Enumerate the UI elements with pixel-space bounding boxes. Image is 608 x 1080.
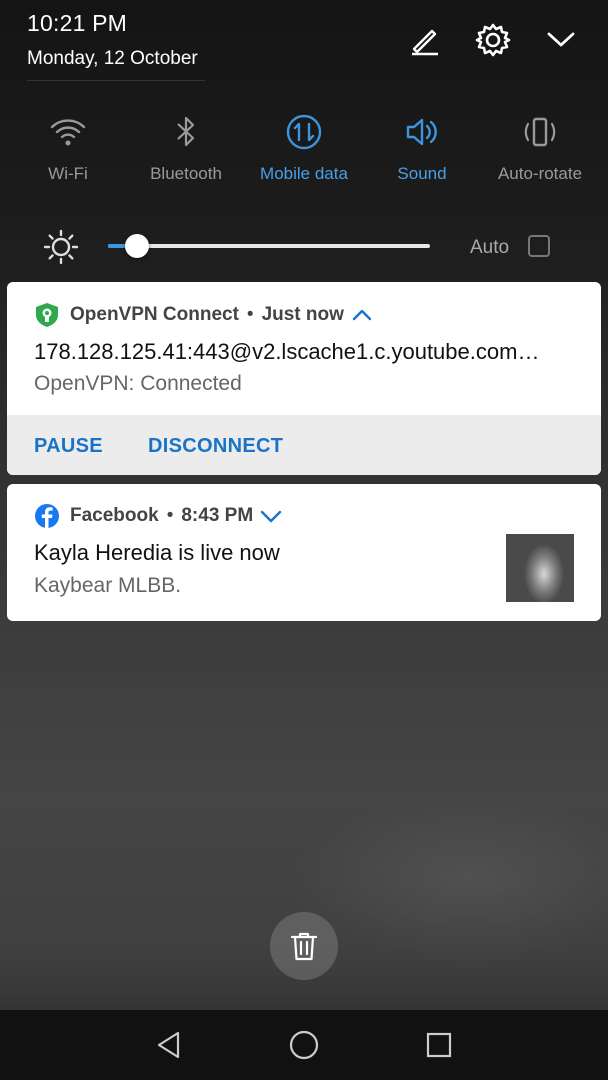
clock: 10:21 PM [27, 10, 128, 36]
date[interactable]: Monday, 12 October [27, 48, 198, 70]
brightness-icon [43, 229, 79, 265]
auto-brightness-checkbox[interactable] [528, 235, 550, 257]
openvpn-shield-icon [36, 303, 58, 327]
wifi-icon [50, 119, 86, 146]
back-button[interactable] [151, 1027, 187, 1063]
facebook-icon [35, 504, 59, 528]
notification-title: Kayla Heredia is live now [34, 540, 280, 565]
notification-openvpn[interactable]: OpenVPN Connect • Just now 178.128.125.4… [7, 282, 601, 475]
qs-tile-bluetooth[interactable]: Bluetooth [127, 112, 245, 192]
back-icon [157, 1031, 180, 1059]
qs-label: Wi-Fi [48, 164, 88, 183]
separator-dot: • [246, 304, 254, 325]
qs-label: Sound [397, 164, 447, 183]
collapse-chevron-icon [547, 32, 575, 47]
notification-header: OpenVPN Connect • Just now [34, 302, 374, 328]
disconnect-button[interactable]: DISCONNECT [148, 435, 283, 458]
separator-dot: • [166, 505, 174, 526]
recents-icon [426, 1032, 452, 1058]
recents-button[interactable] [421, 1027, 457, 1063]
trash-icon [290, 932, 318, 961]
qs-tile-mobile-data[interactable]: Mobile data [245, 112, 363, 192]
home-icon [289, 1030, 319, 1060]
notification-actions: PAUSE DISCONNECT [7, 415, 601, 475]
settings-button[interactable] [473, 20, 513, 60]
mobile-data-icon [286, 114, 322, 150]
app-name: OpenVPN Connect [70, 304, 239, 325]
expand-chevron-icon[interactable] [259, 504, 283, 528]
edit-button[interactable] [405, 20, 445, 60]
qs-label: Auto-rotate [497, 164, 583, 183]
timestamp: Just now [261, 304, 344, 325]
bluetooth-icon [177, 116, 195, 147]
auto-rotate-icon [524, 117, 556, 147]
live-video-thumbnail [506, 534, 574, 602]
qs-label: Mobile data [260, 164, 348, 183]
pause-button[interactable]: PAUSE [34, 435, 103, 458]
navigation-bar [0, 1010, 608, 1080]
notification-facebook[interactable]: Facebook • 8:43 PM Kayla Heredia is live… [7, 484, 601, 621]
divider [27, 80, 205, 81]
edit-icon [412, 29, 438, 56]
collapse-chevron-icon[interactable] [350, 303, 374, 327]
clear-all-button[interactable] [270, 912, 338, 980]
qs-label: Bluetooth [150, 164, 222, 183]
notification-title: 178.128.125.41:443@v2.lscache1.c.youtube… [34, 339, 540, 364]
brightness-slider-thumb[interactable] [124, 234, 149, 258]
home-button[interactable] [286, 1027, 322, 1063]
notification-header: Facebook • 8:43 PM [34, 503, 283, 529]
settings-icon [475, 23, 511, 57]
qs-tile-auto-rotate[interactable]: Auto-rotate [481, 112, 599, 192]
collapse-button[interactable] [541, 20, 581, 60]
auto-brightness-label: Auto [470, 237, 510, 258]
qs-tile-sound[interactable]: Sound [363, 112, 481, 192]
timestamp: 8:43 PM [181, 505, 254, 526]
notification-text: OpenVPN: Connected [34, 372, 242, 395]
brightness-slider-track[interactable] [108, 244, 430, 248]
qs-tile-wifi[interactable]: Wi-Fi [9, 112, 127, 192]
sound-icon [406, 118, 437, 146]
app-name: Facebook [70, 505, 159, 526]
notification-text: Kaybear MLBB. [34, 574, 182, 597]
